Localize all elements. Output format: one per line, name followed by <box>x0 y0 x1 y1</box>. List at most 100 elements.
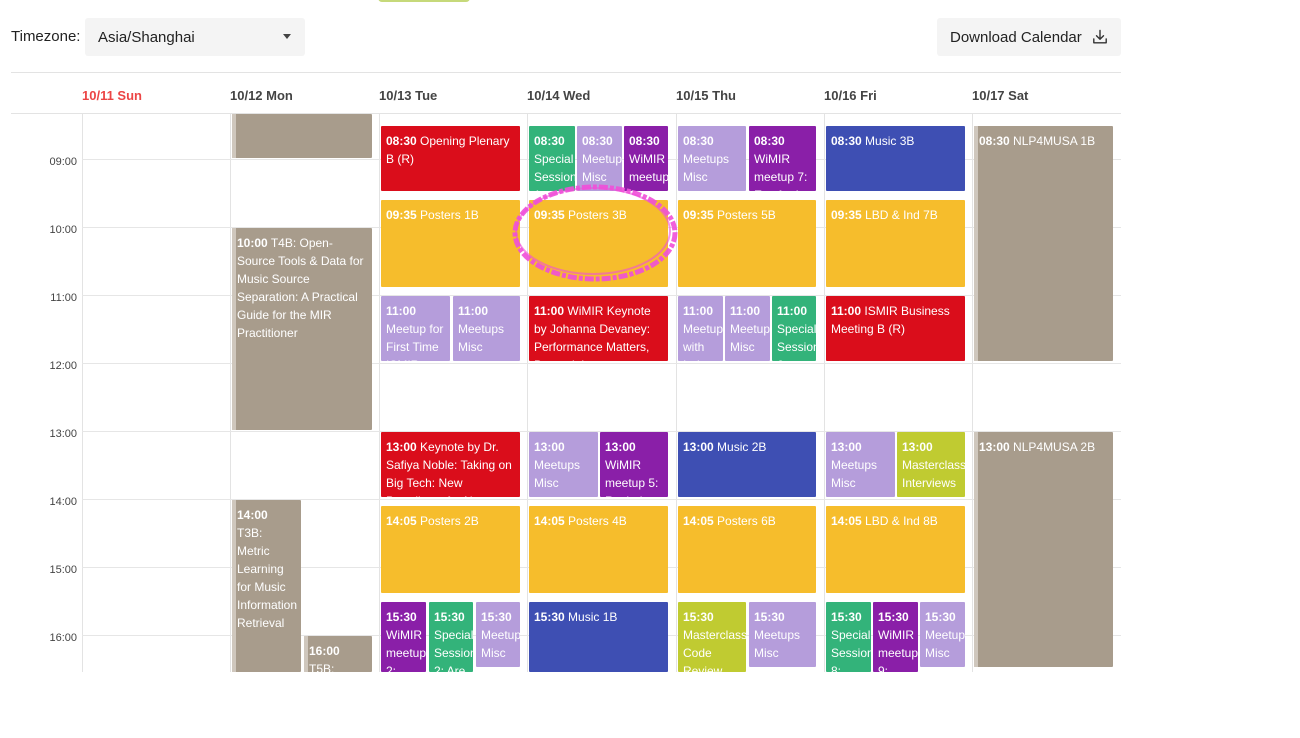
time-label: 13:00 <box>49 428 77 440</box>
event-tue-posters-1b[interactable]: 09:35 Posters 1B <box>381 200 520 287</box>
event-thu-posters-5b[interactable]: 09:35 Posters 5B <box>678 200 816 287</box>
event-fri-business-meeting[interactable]: 11:00 ISMIR Business Meeting B (R) <box>826 296 965 361</box>
event-title: T5B: Version <box>309 662 335 672</box>
event-fri-meetups-misc-15[interactable]: 15:30 Meetups Misc <box>920 602 965 667</box>
event-time: 14:05 <box>386 514 417 528</box>
event-tue-keynote[interactable]: 13:00 Keynote by Dr. Safiya Noble: Takin… <box>381 432 520 497</box>
event-time: 15:30 <box>683 610 714 624</box>
event-mon-earlier[interactable] <box>232 114 372 158</box>
day-header-tue[interactable]: 10/13 Tue <box>379 88 437 103</box>
event-wed-meetups-misc[interactable]: 08:30 Meetups Misc <box>577 126 622 191</box>
event-time: 08:30 <box>683 134 714 148</box>
event-fri-special-8[interactable]: 15:30 Special Session 8: <box>826 602 871 672</box>
event-wed-meetups-misc-13[interactable]: 13:00 Meetups Misc <box>529 432 598 497</box>
calendar-header-divider <box>11 113 1121 114</box>
event-tue-meetups-misc-2[interactable]: 15:30 Meetups Misc <box>476 602 520 667</box>
column-divider <box>824 114 825 672</box>
event-time: 11:00 <box>534 304 565 318</box>
event-wed-wimir-keynote[interactable]: 11:00 WiMIR Keynote by Johanna Devaney: … <box>529 296 668 361</box>
event-title: Meetups Misc <box>831 458 878 490</box>
event-thu-posters-6b[interactable]: 14:05 Posters 6B <box>678 506 816 593</box>
event-title: WiMIR meetup 2: <box>386 628 426 672</box>
event-time: 09:35 <box>386 208 417 222</box>
event-title: Posters 5B <box>717 208 776 222</box>
day-header-fri[interactable]: 10/16 Fri <box>824 88 877 103</box>
event-mon-t5b[interactable]: 16:00 T5B: Version <box>304 636 372 672</box>
event-title: Meetup for First Time ISMIR <box>386 322 444 361</box>
event-time: 13:00 <box>902 440 933 454</box>
event-tue-special-2[interactable]: 15:30 Special Session 2: Are <box>429 602 473 672</box>
event-title: NLP4MUSA 2B <box>1013 440 1096 454</box>
event-fri-masterclass[interactable]: 13:00 Masterclass: Interviews <box>897 432 965 497</box>
event-time: 09:35 <box>683 208 714 222</box>
event-time: 09:35 <box>534 208 565 222</box>
event-time: 15:30 <box>878 610 909 624</box>
event-title: Special Session 1: <box>534 152 575 191</box>
event-thu-music-2b[interactable]: 13:00 Music 2B <box>678 432 816 497</box>
event-sat-nlp4musa-1b[interactable]: 08:30 NLP4MUSA 1B <box>974 126 1113 361</box>
event-time: 15:30 <box>925 610 956 624</box>
event-thu-meetups-misc-15[interactable]: 15:30 Meetups Misc <box>749 602 816 667</box>
download-icon <box>1093 29 1107 44</box>
column-divider <box>379 114 380 672</box>
event-title: Posters 4B <box>568 514 627 528</box>
download-calendar-label: Download Calendar <box>950 29 1082 46</box>
day-header-wed[interactable]: 10/14 Wed <box>527 88 590 103</box>
week-calendar: 10/11 Sun 10/12 Mon 10/13 Tue 10/14 Wed … <box>11 72 1121 672</box>
event-fri-lbd-8b[interactable]: 14:05 LBD & Ind 8B <box>826 506 965 593</box>
event-title: Special Session 6: <box>777 322 816 361</box>
event-mon-t3b[interactable]: 14:00 T3B: Metric Learning for Music Inf… <box>232 500 301 672</box>
event-title: WiMIR meetup 9: Ania <box>878 628 918 672</box>
chevron-down-icon <box>283 34 291 39</box>
timezone-select[interactable]: Asia/Shanghai <box>85 18 305 56</box>
day-header-sun[interactable]: 10/11 Sun <box>82 88 142 103</box>
event-tue-posters-2b[interactable]: 14:05 Posters 2B <box>381 506 520 593</box>
download-calendar-button[interactable]: Download Calendar <box>937 18 1121 56</box>
event-time: 08:30 <box>582 134 613 148</box>
event-time: 11:00 <box>777 304 808 318</box>
event-wed-music-1b[interactable]: 15:30 Music 1B <box>529 602 668 672</box>
event-wed-posters-3b[interactable]: 09:35 Posters 3B <box>529 200 668 287</box>
event-sat-nlp4musa-2b[interactable]: 13:00 NLP4MUSA 2B <box>974 432 1113 667</box>
event-wed-wimir-1[interactable]: 08:30 WiMIR meetup 1: Clair <box>624 126 668 191</box>
event-title: Meetup with Industry <box>683 322 723 361</box>
event-tue-wimir-2[interactable]: 15:30 WiMIR meetup 2: <box>381 602 426 672</box>
event-tue-meetups-misc[interactable]: 11:00 Meetups Misc <box>453 296 520 361</box>
timezone-label: Timezone: <box>11 28 81 45</box>
time-label: 11:00 <box>50 292 77 304</box>
event-thu-masterclass[interactable]: 15:30 Masterclass: Code Review <box>678 602 746 672</box>
event-wed-wimir-5[interactable]: 13:00 WiMIR meetup 5: Rachel <box>600 432 668 497</box>
event-thu-special-6[interactable]: 11:00 Special Session 6: <box>772 296 816 361</box>
event-time: 10:00 <box>237 236 268 250</box>
event-time: 11:00 <box>730 304 761 318</box>
event-title: LBD & Ind 8B <box>865 514 938 528</box>
event-fri-wimir-9[interactable]: 15:30 WiMIR meetup 9: Ania <box>873 602 918 672</box>
event-time: 14:00 <box>237 508 268 522</box>
day-header-mon[interactable]: 10/12 Mon <box>230 88 293 103</box>
event-fri-music-3b[interactable]: 08:30 Music 3B <box>826 126 965 191</box>
event-time: 15:30 <box>386 610 417 624</box>
event-mon-t4b[interactable]: 10:00 T4B: Open-Source Tools & Data for … <box>232 228 372 430</box>
event-tue-opening-plenary[interactable]: 08:30 Opening Plenary B (R) <box>381 126 520 191</box>
event-wed-special-1[interactable]: 08:30 Special Session 1: <box>529 126 575 191</box>
event-thu-meetups-misc[interactable]: 08:30 Meetups Misc <box>678 126 746 191</box>
event-title: Masterclass: Interviews <box>902 458 965 490</box>
event-thu-meetup-industry[interactable]: 11:00 Meetup with Industry <box>678 296 723 361</box>
time-label: 16:00 <box>49 632 77 644</box>
event-fri-lbd-7b[interactable]: 09:35 LBD & Ind 7B <box>826 200 965 287</box>
column-divider <box>676 114 677 672</box>
event-title: Music 3B <box>865 134 915 148</box>
event-thu-wimir-7[interactable]: 08:30 WiMIR meetup 7: Estefanía <box>749 126 816 191</box>
time-label: 12:00 <box>49 360 77 372</box>
event-wed-posters-4b[interactable]: 14:05 Posters 4B <box>529 506 668 593</box>
event-time: 11:00 <box>458 304 489 318</box>
event-title: Meetups Misc <box>582 152 622 184</box>
event-thu-meetups-misc-11[interactable]: 11:00 Meetups Misc <box>725 296 770 361</box>
event-title: Meetups Misc <box>925 628 965 660</box>
event-fri-meetups-misc[interactable]: 13:00 Meetups Misc <box>826 432 895 497</box>
event-time: 15:30 <box>831 610 862 624</box>
day-header-thu[interactable]: 10/15 Thu <box>676 88 736 103</box>
day-header-sat[interactable]: 10/17 Sat <box>972 88 1028 103</box>
event-time: 15:30 <box>481 610 512 624</box>
event-tue-meetup-first-time[interactable]: 11:00 Meetup for First Time ISMIR <box>381 296 450 361</box>
